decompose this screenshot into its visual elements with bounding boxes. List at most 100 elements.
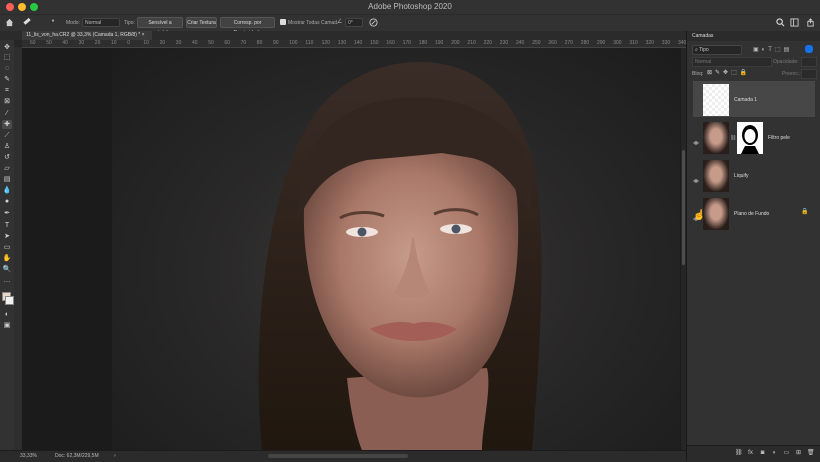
lock-label: Bloq:: [692, 71, 704, 77]
healing-brush-tool-icon[interactable]: ✚: [2, 120, 12, 129]
app-title: Adobe Photoshop 2020: [368, 2, 452, 11]
horizontal-scrollbar[interactable]: [268, 454, 408, 458]
layer-row-plano-de-fundo[interactable]: Plano de Fundo 🔒: [693, 195, 815, 231]
home-icon[interactable]: [5, 18, 14, 27]
create-texture-button[interactable]: Criar Textura: [186, 17, 217, 28]
layer-style-icon[interactable]: fx: [747, 450, 754, 457]
layer-name[interactable]: Camada 1: [734, 97, 757, 103]
brush-size-picker[interactable]: ●: [48, 18, 58, 27]
ruler-tick-label: 250: [532, 40, 541, 46]
blur-tool-icon[interactable]: 💧: [2, 186, 12, 195]
screen-mode-icon[interactable]: ▣: [2, 321, 12, 330]
ruler-tick-label: 60: [30, 40, 36, 46]
share-icon[interactable]: [806, 18, 815, 27]
document-image[interactable]: [112, 48, 680, 450]
ruler-tick-label: 110: [305, 40, 314, 46]
brush-tool-icon[interactable]: ⟋: [2, 131, 12, 140]
ruler-tick-label: 10: [143, 40, 149, 46]
sample-all-layers-label: Mostrar Todas Camad.: [288, 20, 339, 26]
layer-name[interactable]: Filtro pele: [768, 135, 790, 141]
mask-link-icon[interactable]: ⛓: [730, 135, 736, 141]
layer-filter-select[interactable]: ⌕ Tipo: [692, 45, 742, 55]
ruler-tick-label: 160: [386, 40, 395, 46]
pressure-size-icon[interactable]: [369, 18, 378, 27]
frame-tool-icon[interactable]: ⊠: [2, 97, 12, 106]
move-tool-icon[interactable]: ✥: [2, 43, 12, 52]
opacity-field[interactable]: [801, 57, 817, 67]
link-layers-icon[interactable]: ⛓: [735, 450, 743, 457]
proximity-match-button[interactable]: Corresp. por Proximidade: [220, 17, 275, 36]
visibility-eye-icon[interactable]: [693, 133, 699, 145]
clone-stamp-tool-icon[interactable]: ♙: [2, 142, 12, 151]
layer-mask-thumbnail[interactable]: [737, 122, 763, 154]
hand-tool-icon[interactable]: ✋: [2, 254, 12, 263]
more-tools-icon[interactable]: …: [2, 276, 12, 285]
delete-layer-icon[interactable]: 🗑: [807, 450, 815, 457]
document-tab-bar: 11_lis_von_ha.CR2 @ 33,3% (Camada 1, RGB…: [0, 31, 686, 40]
ruler-tick-label: 320: [645, 40, 654, 46]
layers-panel-footer: ⛓ fx ◙ ◐ ▭ ⊞ 🗑: [687, 445, 820, 462]
dodge-tool-icon[interactable]: ●: [2, 197, 12, 206]
adjustment-layer-icon[interactable]: ◐: [771, 450, 778, 457]
pen-tool-icon[interactable]: ✒: [2, 209, 12, 218]
layer-thumbnail: [703, 198, 729, 230]
ruler-tick-label: 340: [678, 40, 686, 46]
ruler-tick-label: 180: [418, 40, 428, 46]
marquee-tool-icon[interactable]: ⬚: [2, 53, 12, 62]
gradient-tool-icon[interactable]: ▤: [2, 175, 12, 184]
mode-select[interactable]: Normal: [82, 18, 120, 27]
ruler-tick-label: 280: [580, 40, 590, 46]
healing-brush-tool-preset-icon[interactable]: [22, 17, 32, 27]
new-layer-icon[interactable]: ⊞: [795, 450, 802, 457]
layer-row-camada-1[interactable]: Camada 1: [693, 81, 815, 117]
visibility-eye-icon[interactable]: [693, 171, 699, 183]
ruler-tick-label: 140: [354, 40, 363, 46]
ruler-tick-label: 100: [289, 40, 298, 46]
history-brush-tool-icon[interactable]: ↺: [2, 153, 12, 162]
layer-row-liquify[interactable]: Liquify: [693, 157, 815, 193]
layer-name[interactable]: Plano de Fundo: [734, 211, 769, 217]
zoom-level[interactable]: 33,33%: [20, 453, 37, 459]
filter-toggle[interactable]: [805, 45, 813, 53]
fill-field[interactable]: [801, 69, 817, 79]
layers-panel-title[interactable]: Camadas: [692, 33, 713, 39]
close-tab-icon[interactable]: ×: [142, 32, 145, 38]
ruler-tick-label: 70: [240, 40, 247, 46]
status-menu-chevron-icon[interactable]: ›: [114, 453, 116, 459]
ruler-tick-label: 210: [467, 40, 476, 46]
document-tab-label: 11_lis_von_ha.CR2 @ 33,3% (Camada 1, RGB…: [26, 32, 141, 38]
layers-panel: Camadas ⌕ Tipo ▣◐T⬚▤ Normal Opacidade: B…: [686, 31, 820, 462]
canvas-scroll-thumb[interactable]: [682, 150, 685, 265]
layer-name[interactable]: Liquify: [734, 173, 748, 179]
horizontal-ruler: 60 50 40 30 20 10 0 10 20 30 40 50 60 70 80 90 100 110 120…: [22, 40, 686, 48]
search-icon[interactable]: [776, 18, 785, 27]
document-tab[interactable]: 11_lis_von_ha.CR2 @ 33,3% (Camada 1, RGB…: [22, 31, 152, 40]
lock-icon[interactable]: 🔒: [801, 208, 808, 215]
lock-icons[interactable]: ⊠✎✥⬚🔒: [707, 69, 750, 76]
eraser-tool-icon[interactable]: ▱: [2, 164, 12, 173]
sample-all-layers-checkbox[interactable]: [280, 19, 286, 25]
angle-field[interactable]: 0°: [345, 18, 363, 27]
blend-mode-select[interactable]: Normal: [692, 57, 772, 67]
ruler-tick-label: 220: [483, 40, 492, 46]
add-mask-icon[interactable]: ◙: [759, 450, 766, 457]
crop-tool-icon[interactable]: ⌗: [2, 86, 12, 95]
layer-row-filtro-pele[interactable]: ⛓ Filtro pele: [693, 119, 815, 155]
type-tool-icon[interactable]: T: [2, 221, 12, 230]
rectangle-tool-icon[interactable]: ▭: [2, 243, 12, 252]
layer-filter-icons[interactable]: ▣◐T⬚▤: [753, 46, 792, 53]
ruler-tick-label: 20: [94, 40, 101, 46]
background-color-swatch[interactable]: [5, 296, 14, 305]
ruler-tick-label: 40: [192, 40, 198, 46]
ruler-tick-label: 150: [370, 40, 379, 46]
canvas-area[interactable]: [22, 48, 681, 450]
path-selection-tool-icon[interactable]: ➤: [2, 232, 12, 241]
eyedropper-tool-icon[interactable]: ⁄: [2, 109, 12, 118]
quick-selection-tool-icon[interactable]: ✎: [2, 75, 12, 84]
new-group-icon[interactable]: ▭: [783, 450, 790, 457]
content-aware-button[interactable]: Sensível a conteúdo: [137, 17, 183, 36]
workspace-icon[interactable]: [790, 18, 799, 27]
quick-mask-icon[interactable]: ◐: [2, 310, 12, 319]
zoom-tool-icon[interactable]: 🔍: [2, 265, 12, 274]
lasso-tool-icon[interactable]: ◌: [2, 64, 12, 73]
